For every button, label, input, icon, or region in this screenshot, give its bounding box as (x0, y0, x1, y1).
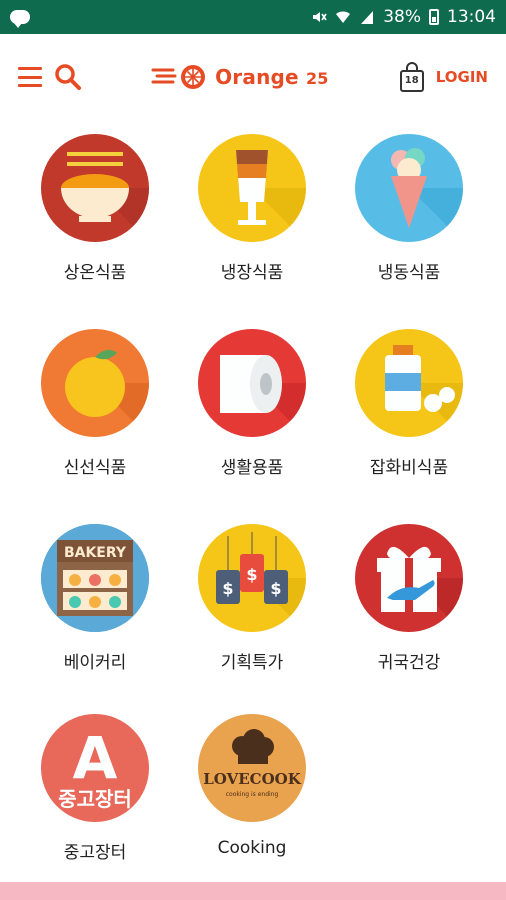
category-label: 귀국건강 (377, 653, 441, 673)
medicine-bottle-icon (355, 329, 463, 437)
cook-text: LOVECOOK (203, 770, 301, 788)
category-label: 신선식품 (63, 458, 127, 478)
toilet-paper-icon (198, 329, 306, 437)
header-right: 18 LOGIN (398, 62, 488, 92)
category-refrigerated[interactable]: 냉장식품 (177, 134, 327, 283)
category-label: 생활용품 (220, 458, 284, 478)
category-living[interactable]: 생활용품 (177, 329, 327, 478)
status-bar: 38% 13:04 (0, 0, 506, 34)
app-header: Orange 25 18 LOGIN (0, 34, 506, 120)
clock: 13:04 (447, 7, 496, 27)
market-letter: A (73, 724, 118, 792)
gift-hand-icon (355, 524, 463, 632)
chat-notification-icon (10, 10, 30, 28)
orange-logo-icon (151, 65, 206, 89)
bottom-banner-strip[interactable] (0, 882, 506, 900)
status-left (10, 10, 30, 28)
category-label: 잡화비식품 (369, 458, 449, 478)
login-button[interactable]: LOGIN (436, 68, 488, 86)
category-cooking[interactable]: LOVECOOK cooking is ending Cooking (177, 714, 327, 858)
category-misc[interactable]: 잡화비식품 (334, 329, 484, 478)
market-text: 중고장터 (58, 787, 132, 811)
category-bakery[interactable]: BAKERY 베이커리 (20, 524, 170, 673)
used-market-logo-icon: A 중고장터 (41, 714, 149, 822)
category-fresh[interactable]: 신선식품 (20, 329, 170, 478)
ice-cream-icon (355, 134, 463, 242)
category-label: 베이커리 (63, 653, 127, 673)
battery-icon (429, 9, 439, 25)
svg-text:$: $ (270, 579, 281, 598)
category-label: 냉장식품 (220, 263, 284, 283)
cart-count: 18 (404, 75, 419, 86)
bakery-shop-icon: BAKERY (41, 524, 149, 632)
svg-text:$: $ (246, 565, 257, 584)
signal-icon (361, 11, 374, 24)
category-used-market[interactable]: A 중고장터 중고장터 (20, 714, 170, 863)
category-label: 상온식품 (63, 263, 127, 283)
category-label: 기획특가 (220, 653, 284, 673)
hamburger-menu-icon[interactable] (18, 67, 42, 87)
category-special-deals[interactable]: $ $ $ 기획특가 (177, 524, 327, 673)
bakery-sign-text: BAKERY (64, 545, 127, 561)
battery-percent: 38% (383, 7, 421, 27)
category-frozen[interactable]: 냉동식품 (334, 134, 484, 283)
svg-text:$: $ (222, 579, 233, 598)
category-label: 중고장터 (63, 843, 127, 863)
orange-fruit-icon (41, 329, 149, 437)
mute-icon (313, 12, 327, 22)
category-label: 냉동식품 (377, 263, 441, 283)
drink-glass-icon (198, 134, 306, 242)
price-tag-icon: $ $ $ (198, 524, 306, 632)
search-icon[interactable] (54, 63, 82, 91)
noodle-bowl-icon (41, 134, 149, 242)
wifi-icon (336, 11, 351, 23)
status-right: 38% 13:04 (311, 7, 496, 27)
brand-logo[interactable]: Orange 25 (151, 62, 329, 92)
header-left (18, 63, 82, 91)
cook-sub-text: cooking is ending (226, 791, 279, 798)
logo-text: Orange 25 (215, 65, 329, 89)
cart-button[interactable]: 18 (398, 62, 426, 92)
chef-hat-icon: LOVECOOK cooking is ending (198, 714, 306, 822)
category-label: Cooking (217, 838, 287, 858)
category-room-temp[interactable]: 상온식품 (20, 134, 170, 283)
category-health[interactable]: 귀국건강 (334, 524, 484, 673)
